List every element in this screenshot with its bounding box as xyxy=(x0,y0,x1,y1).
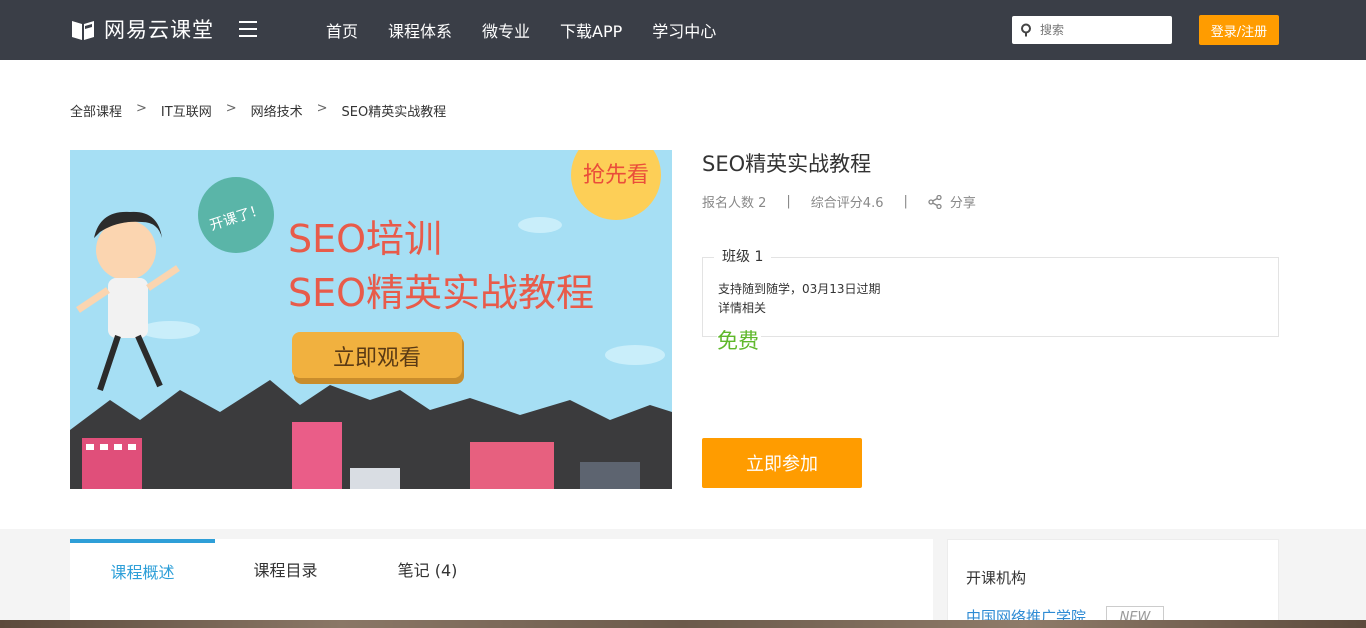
breadcrumb-current-course[interactable]: SEO精英实战教程 xyxy=(342,101,447,120)
nav-micro-major[interactable]: 微专业 xyxy=(482,18,530,42)
tab-notes[interactable]: 笔记 (4) xyxy=(355,539,500,599)
breadcrumb-separator: > xyxy=(316,101,328,116)
logo-text: 网易云课堂 xyxy=(104,18,214,42)
join-course-button[interactable]: 立即参加 xyxy=(702,438,862,488)
share-icon xyxy=(928,194,942,209)
class-name: 班级 1 xyxy=(714,246,772,266)
course-title: SEO精英实战教程 xyxy=(702,152,872,176)
site-logo[interactable]: 网易云课堂 xyxy=(70,14,214,44)
nav-curriculum[interactable]: 课程体系 xyxy=(388,18,452,42)
meta-divider: | xyxy=(786,194,791,209)
meta-divider: | xyxy=(903,194,908,209)
course-rating: 综合评分4.6 xyxy=(810,196,884,211)
provider-title: 开课机构 xyxy=(966,569,1027,587)
logo-book-icon xyxy=(72,21,94,40)
nav-learning-center[interactable]: 学习中心 xyxy=(652,18,716,42)
banner-cta: 立即观看 xyxy=(333,346,421,371)
class-option-box[interactable] xyxy=(702,257,1279,337)
course-meta: 报名人数 2 | 综合评分4.6 | 分享 xyxy=(702,192,976,211)
bottom-decorative-strip xyxy=(0,620,1366,628)
tab-overview[interactable]: 课程概述 xyxy=(70,539,215,599)
nav-download-app[interactable]: 下载APP xyxy=(560,18,622,42)
nav-home[interactable]: 首页 xyxy=(326,18,358,42)
share-label: 分享 xyxy=(949,196,976,211)
course-tabs: 课程概述 课程目录 笔记 (4) xyxy=(70,539,933,628)
top-navigation-bar: 网易云课堂 首页 课程体系 微专业 下载APP 学习中心 登录/注册 xyxy=(0,0,1366,60)
banner-line2: SEO精英实战教程 xyxy=(288,271,594,315)
breadcrumb-it-internet[interactable]: IT互联网 xyxy=(161,101,212,120)
breadcrumb-all-courses[interactable]: 全部课程 xyxy=(70,101,122,120)
search-input[interactable] xyxy=(1040,16,1168,44)
course-banner[interactable]: 抢先看 开课了！ SEO培训 SEO精英实战教程 立即观看 xyxy=(70,150,672,489)
menu-icon[interactable] xyxy=(239,21,257,37)
main-nav: 首页 课程体系 微专业 下载APP 学习中心 xyxy=(326,0,746,60)
breadcrumb-separator: > xyxy=(136,101,147,116)
breadcrumb: 全部课程 > IT互联网 > 网络技术 > SEO精英实战教程 xyxy=(70,101,446,120)
search-icon[interactable] xyxy=(1020,23,1034,37)
tab-catalog[interactable]: 课程目录 xyxy=(213,539,358,599)
class-info: 支持随到随学，03月13日过期 xyxy=(718,282,881,296)
login-register-button[interactable]: 登录/注册 xyxy=(1199,15,1279,45)
search-box xyxy=(1012,16,1172,44)
course-price: 免费 xyxy=(717,325,761,355)
breadcrumb-separator: > xyxy=(225,101,237,116)
breadcrumb-network-tech[interactable]: 网络技术 xyxy=(251,101,303,120)
provider-card: 开课机构 中国网络推广学院 NEW xyxy=(947,539,1279,628)
banner-illustration: 抢先看 开课了！ SEO培训 SEO精英实战教程 立即观看 xyxy=(70,150,672,489)
share-button[interactable]: 分享 xyxy=(928,192,976,211)
banner-line1: SEO培训 xyxy=(288,217,442,261)
banner-corner-text: 抢先看 xyxy=(583,163,649,188)
enrolled-count: 报名人数 2 xyxy=(702,196,767,211)
class-detail: 详情相关 xyxy=(718,301,767,315)
